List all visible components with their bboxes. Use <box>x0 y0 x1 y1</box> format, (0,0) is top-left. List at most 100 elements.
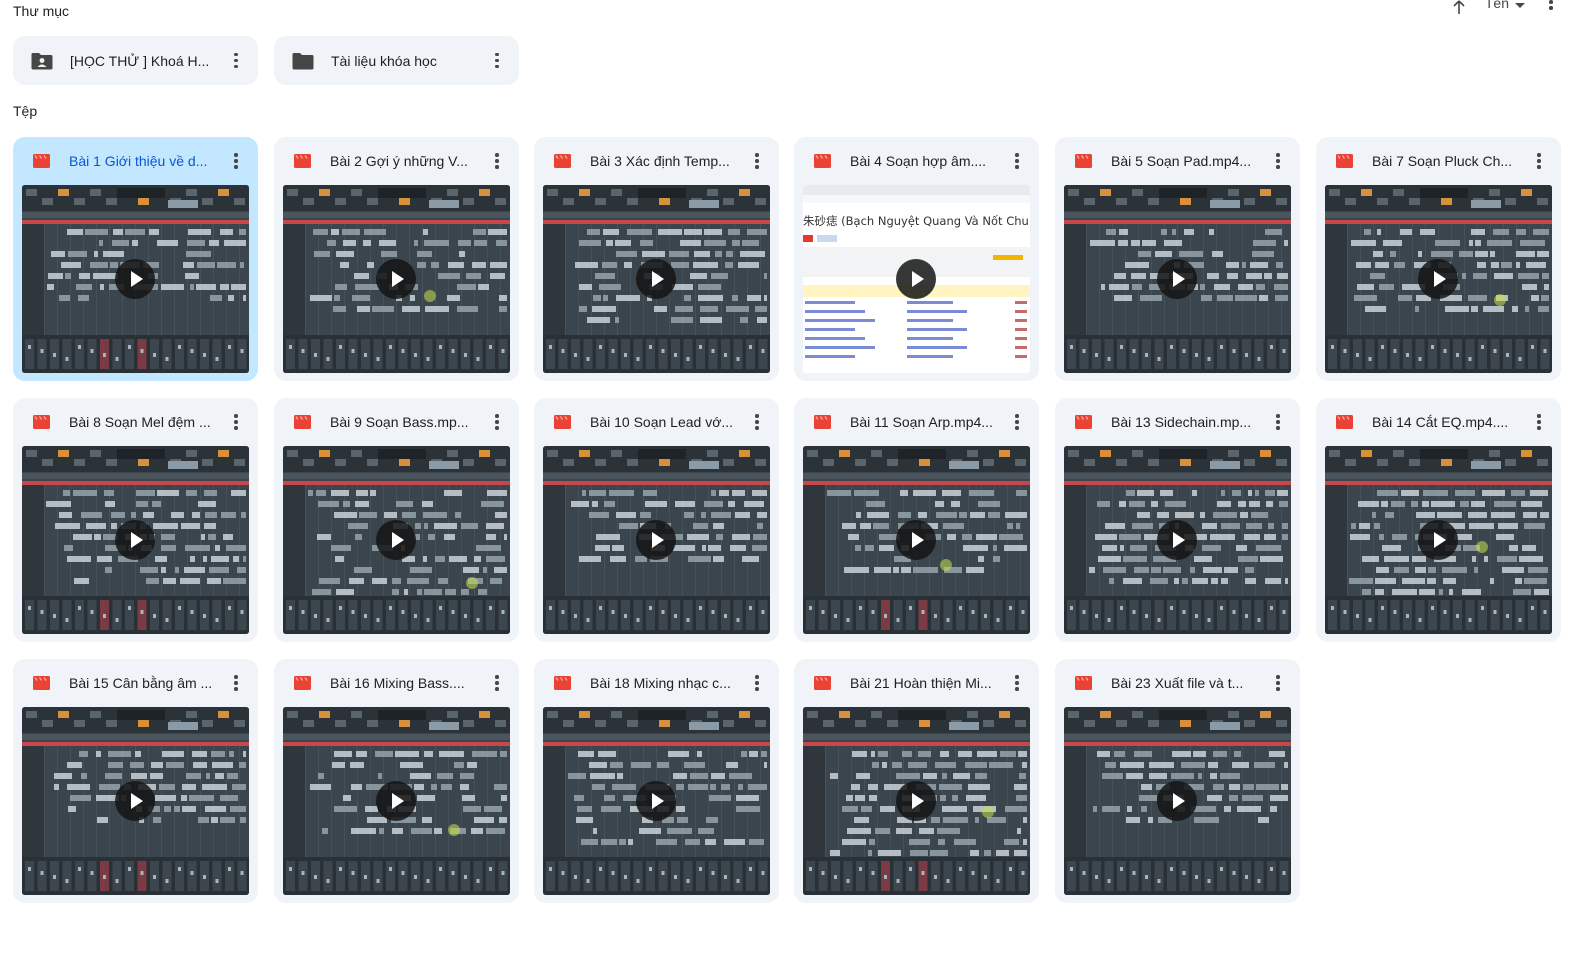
sort-toolbar: Tên <box>1451 0 1559 14</box>
more-options-button[interactable] <box>226 151 246 171</box>
play-icon[interactable] <box>1157 520 1197 560</box>
more-options-button[interactable] <box>226 673 246 693</box>
play-icon[interactable] <box>896 781 936 821</box>
video-thumbnail[interactable] <box>283 707 510 895</box>
video-thumbnail[interactable] <box>283 185 510 373</box>
play-icon[interactable] <box>376 520 416 560</box>
video-thumbnail[interactable] <box>1325 185 1552 373</box>
video-thumbnail[interactable]: 朱砂痣 (Bạch Nguyệt Quang Và Nốt Chu Sa) <box>803 185 1030 373</box>
file-card[interactable]: Bài 4 Soạn hợp âm.... 朱砂痣 (Bạch Nguyệt Qu… <box>794 137 1039 381</box>
more-options-button[interactable] <box>1529 151 1549 171</box>
more-options-button[interactable] <box>747 412 767 432</box>
video-thumbnail[interactable] <box>803 446 1030 634</box>
file-card-header: Bài 7 Soạn Pluck Ch... <box>1316 137 1561 185</box>
folder-card[interactable]: [HỌC THỬ ] Khoá H... <box>13 36 258 85</box>
more-options-button[interactable] <box>226 412 246 432</box>
play-icon[interactable] <box>896 259 936 299</box>
more-options-button[interactable] <box>487 673 507 693</box>
play-icon[interactable] <box>376 259 416 299</box>
more-options-button[interactable] <box>1007 151 1027 171</box>
more-options-button[interactable] <box>1268 673 1288 693</box>
file-card[interactable]: Bài 7 Soạn Pluck Ch... <box>1316 137 1561 381</box>
view-options-button[interactable] <box>1543 0 1559 14</box>
sort-by-button[interactable]: Tên <box>1485 0 1525 11</box>
video-thumbnail[interactable] <box>543 707 770 895</box>
folder-name: [HỌC THỬ ] Khoá H... <box>70 52 210 69</box>
file-card[interactable]: Bài 16 Mixing Bass.... <box>274 659 519 903</box>
video-thumbnail[interactable] <box>543 185 770 373</box>
play-icon[interactable] <box>115 520 155 560</box>
file-name: Bài 2 Gợi ý những V... <box>330 153 468 169</box>
video-file-icon <box>294 415 311 429</box>
file-card-header: Bài 10 Soạn Lead vớ... <box>534 398 779 446</box>
video-thumbnail[interactable] <box>22 707 249 895</box>
more-options-button[interactable] <box>226 51 246 71</box>
sort-by-label: Tên <box>1484 0 1509 11</box>
more-options-button[interactable] <box>487 51 507 71</box>
file-card[interactable]: Bài 8 Soạn Mel đệm ... <box>13 398 258 642</box>
file-card[interactable]: Bài 15 Cân bằng âm ... <box>13 659 258 903</box>
more-options-button[interactable] <box>1268 412 1288 432</box>
file-name: Bài 16 Mixing Bass.... <box>330 675 465 691</box>
video-file-icon <box>1336 154 1353 168</box>
more-options-button[interactable] <box>1268 151 1288 171</box>
more-options-button[interactable] <box>747 673 767 693</box>
file-card[interactable]: Bài 1 Giới thiệu về d... <box>13 137 258 381</box>
video-thumbnail[interactable] <box>1325 446 1552 634</box>
file-card-header: Bài 5 Soạn Pad.mp4... <box>1055 137 1300 185</box>
play-icon[interactable] <box>636 520 676 560</box>
video-thumbnail[interactable] <box>22 185 249 373</box>
folder-card[interactable]: Tài liệu khóa học <box>274 36 519 85</box>
more-vert-icon <box>1543 0 1559 12</box>
arrow-up-icon <box>1453 0 1465 14</box>
video-file-icon <box>554 154 571 168</box>
video-thumbnail[interactable] <box>1064 446 1291 634</box>
play-icon[interactable] <box>115 259 155 299</box>
play-icon[interactable] <box>1418 520 1458 560</box>
video-thumbnail[interactable] <box>803 707 1030 895</box>
file-name: Bài 1 Giới thiệu về d... <box>69 153 208 169</box>
video-file-icon <box>1075 415 1092 429</box>
folders-section-label: Thư mục <box>13 3 70 19</box>
file-card-header: Bài 4 Soạn hợp âm.... <box>794 137 1039 185</box>
play-icon[interactable] <box>1157 259 1197 299</box>
file-card[interactable]: Bài 13 Sidechain.mp... <box>1055 398 1300 642</box>
file-card-header: Bài 11 Soạn Arp.mp4... <box>794 398 1039 446</box>
file-card[interactable]: Bài 3 Xác định Temp... <box>534 137 779 381</box>
play-icon[interactable] <box>1157 781 1197 821</box>
more-options-button[interactable] <box>1529 412 1549 432</box>
file-card[interactable]: Bài 5 Soạn Pad.mp4... <box>1055 137 1300 381</box>
video-file-icon <box>1075 676 1092 690</box>
video-thumbnail[interactable] <box>283 446 510 634</box>
play-icon[interactable] <box>636 781 676 821</box>
play-icon[interactable] <box>115 781 155 821</box>
file-card[interactable]: Bài 23 Xuất file và t... <box>1055 659 1300 903</box>
file-card[interactable]: Bài 2 Gợi ý những V... <box>274 137 519 381</box>
play-icon[interactable] <box>1418 259 1458 299</box>
video-file-icon <box>294 154 311 168</box>
file-card[interactable]: Bài 14 Cắt EQ.mp4.... <box>1316 398 1561 642</box>
file-card-header: Bài 2 Gợi ý những V... <box>274 137 519 185</box>
file-card[interactable]: Bài 21 Hoàn thiện Mi... <box>794 659 1039 903</box>
video-thumbnail[interactable] <box>1064 185 1291 373</box>
file-card[interactable]: Bài 11 Soạn Arp.mp4... <box>794 398 1039 642</box>
play-icon[interactable] <box>896 520 936 560</box>
more-options-button[interactable] <box>487 151 507 171</box>
file-card[interactable]: Bài 10 Soạn Lead vớ... <box>534 398 779 642</box>
more-options-button[interactable] <box>1007 412 1027 432</box>
video-thumbnail[interactable] <box>543 446 770 634</box>
more-options-button[interactable] <box>747 151 767 171</box>
file-card-header: Bài 15 Cân bằng âm ... <box>13 659 258 707</box>
more-options-button[interactable] <box>1007 673 1027 693</box>
play-icon[interactable] <box>636 259 676 299</box>
sort-direction-button[interactable] <box>1451 0 1467 14</box>
file-card[interactable]: Bài 18 Mixing nhạc c... <box>534 659 779 903</box>
more-options-button[interactable] <box>487 412 507 432</box>
file-name: Bài 15 Cân bằng âm ... <box>69 675 213 691</box>
folder-icon <box>292 52 314 69</box>
file-card[interactable]: Bài 9 Soạn Bass.mp... <box>274 398 519 642</box>
play-icon[interactable] <box>376 781 416 821</box>
video-thumbnail[interactable] <box>22 446 249 634</box>
file-name: Bài 5 Soạn Pad.mp4... <box>1111 153 1252 169</box>
video-thumbnail[interactable] <box>1064 707 1291 895</box>
